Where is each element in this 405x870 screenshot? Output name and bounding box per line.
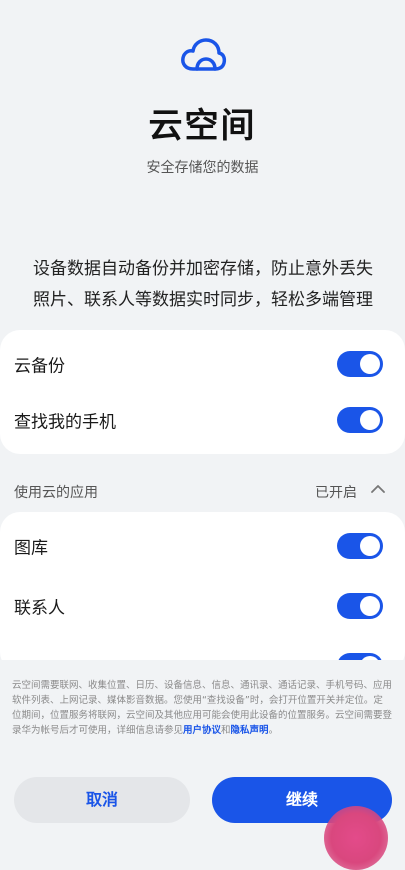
toggle-knob — [360, 596, 380, 616]
cloud-backup-toggle[interactable] — [337, 351, 383, 377]
section-status: 已开启 — [315, 485, 357, 501]
apps-card: 图库 联系人 — [0, 512, 405, 679]
find-my-phone-toggle[interactable] — [337, 407, 383, 433]
contacts-row[interactable]: 联系人 — [0, 576, 405, 636]
privacy-notice: 云空间需要联网、收集位置、日历、设备信息、信息、通讯录、通话记录、手机号码、应用… — [12, 678, 392, 738]
cloud-icon — [181, 38, 227, 71]
cancel-button[interactable]: 取消 — [14, 777, 190, 823]
gallery-label: 图库 — [14, 538, 48, 559]
user-agreement-link[interactable]: 用户协议 — [183, 725, 221, 736]
notice-end: 。 — [268, 725, 279, 736]
cloud-backup-row[interactable]: 云备份 — [0, 334, 405, 394]
main-toggles-card: 云备份 查找我的手机 — [0, 330, 405, 454]
toggle-knob — [360, 354, 380, 374]
section-title: 使用云的应用 — [14, 485, 98, 501]
toggle-knob — [360, 536, 380, 556]
contacts-label: 联系人 — [14, 598, 65, 619]
contacts-toggle[interactable] — [337, 593, 383, 619]
feature-description: 设备数据自动备份并加密存储，防止意外丢失 照片、联系人等数据实时同步，轻松多端管… — [18, 254, 388, 316]
continue-button[interactable]: 继续 — [212, 777, 392, 823]
notice-conjunction: 和 — [221, 725, 231, 736]
privacy-statement-link[interactable]: 隐私声明 — [231, 725, 269, 736]
cloud-space-setup-page: 云空间 安全存储您的数据 设备数据自动备份并加密存储，防止意外丢失 照片、联系人… — [0, 0, 405, 870]
page-subtitle: 安全存储您的数据 — [146, 160, 259, 176]
find-my-phone-row[interactable]: 查找我的手机 — [0, 390, 405, 450]
description-line-1: 设备数据自动备份并加密存储，防止意外丢失 — [33, 259, 373, 279]
toggle-knob — [360, 410, 380, 430]
chevron-up-icon[interactable] — [369, 482, 387, 496]
find-my-phone-label: 查找我的手机 — [14, 412, 116, 433]
description-line-2: 照片、联系人等数据实时同步，轻松多端管理 — [33, 290, 373, 310]
apps-using-cloud-header[interactable]: 使用云的应用 已开启 — [0, 472, 405, 510]
gallery-toggle[interactable] — [337, 533, 383, 559]
gallery-row[interactable]: 图库 — [0, 516, 405, 576]
page-title: 云空间 — [148, 106, 257, 146]
cloud-backup-label: 云备份 — [14, 356, 65, 377]
